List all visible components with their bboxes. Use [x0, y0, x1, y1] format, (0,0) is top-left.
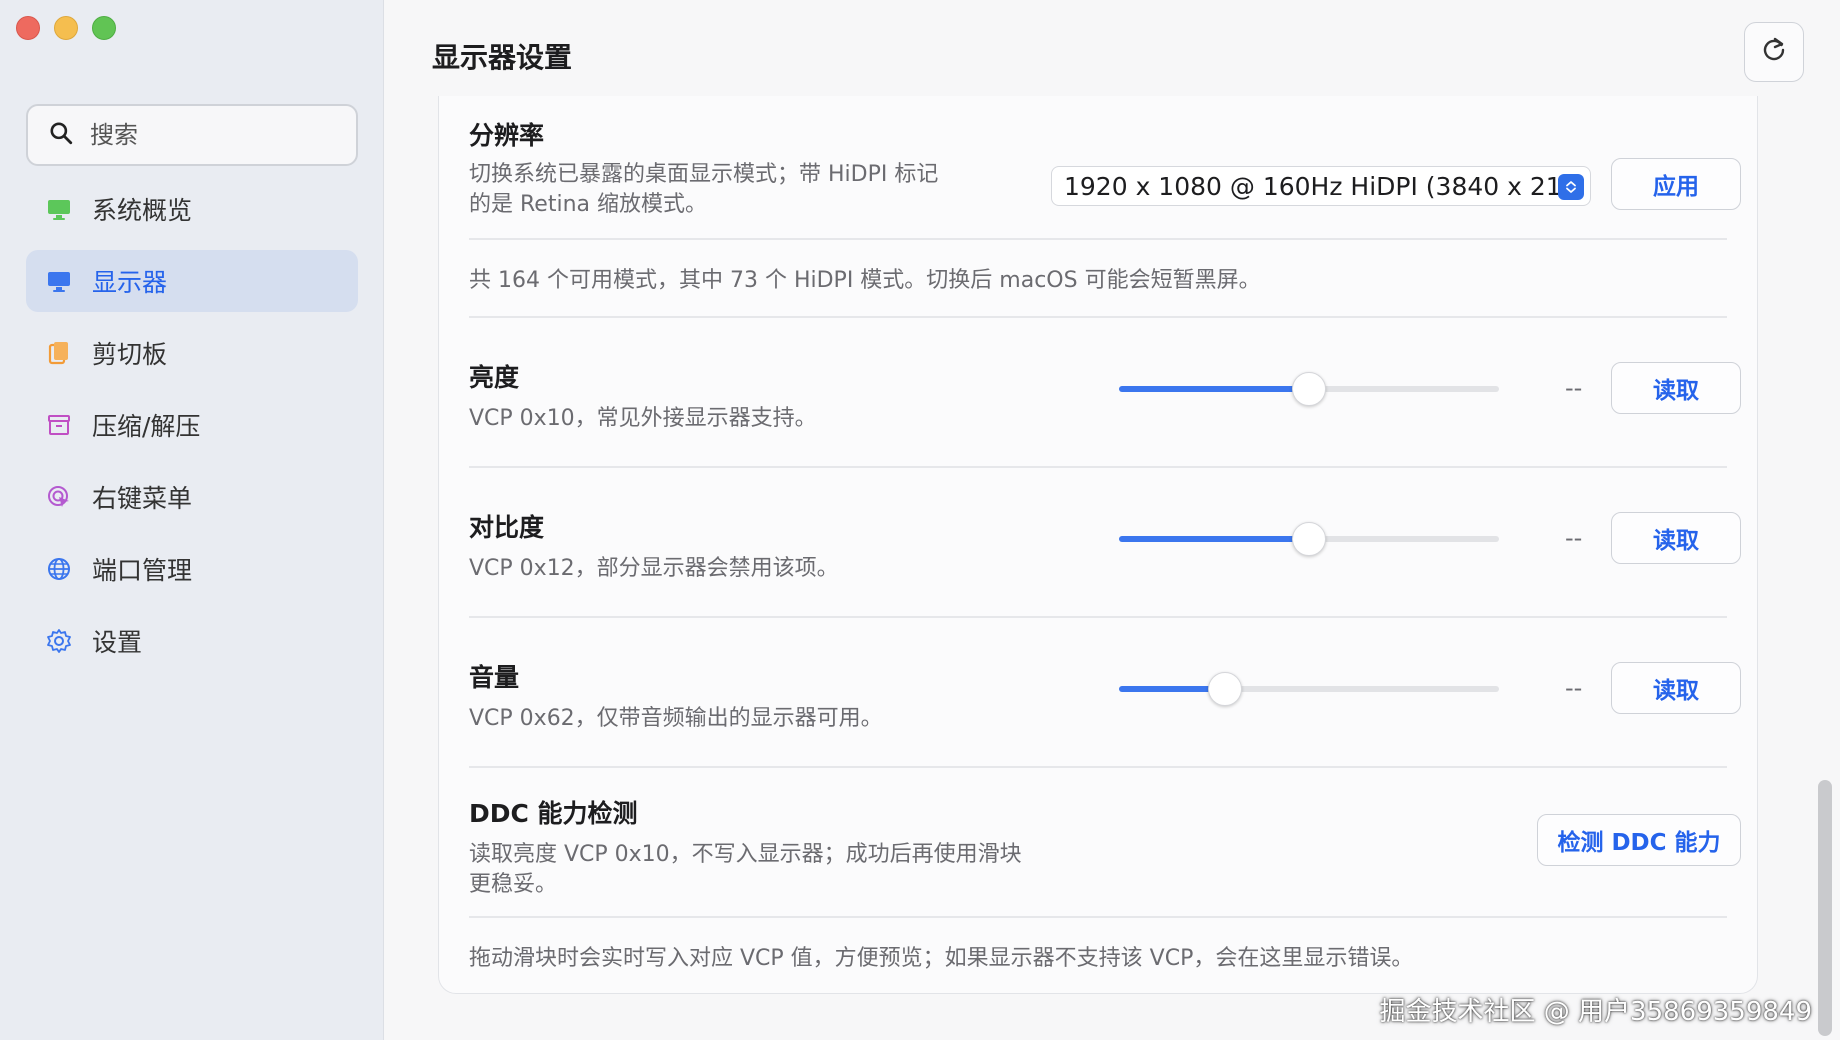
- sidebar-item-label: 系统概览: [92, 196, 193, 225]
- contrast-row: 对比度 VCP 0x12，部分显示器会禁用该项。 -- 读取: [469, 508, 1741, 584]
- display-icon: [44, 266, 74, 296]
- ddc-row: DDC 能力检测 读取亮度 VCP 0x10，不写入显示器；成功后再使用滑块 更…: [469, 794, 1741, 900]
- resolution-title: 分辨率: [469, 121, 545, 150]
- brightness-row: 亮度 VCP 0x10，常见外接显示器支持。 -- 读取: [469, 358, 1741, 434]
- sidebar-item-clipboard[interactable]: 剪切板: [26, 322, 358, 384]
- slider-knob[interactable]: [1208, 672, 1242, 706]
- contrast-title: 对比度: [469, 513, 545, 542]
- ddc-desc-line2: 更稳妥。: [469, 872, 558, 897]
- search-input[interactable]: [90, 121, 330, 149]
- resolution-select[interactable]: 1920 x 1080 @ 160Hz HiDPI (3840 x 21...: [1051, 166, 1591, 206]
- sidebar-item-display[interactable]: 显示器: [26, 250, 358, 312]
- sidebar-nav: 系统概览 显示器 剪切板 压缩/解压 右键菜单 端口管理 设置: [26, 178, 358, 682]
- sidebar-item-label: 剪切板: [92, 340, 168, 369]
- sidebar-item-label: 显示器: [92, 268, 168, 297]
- read-volume-button[interactable]: 读取: [1611, 662, 1741, 714]
- sidebar-item-label: 右键菜单: [92, 484, 193, 513]
- sidebar: 系统概览 显示器 剪切板 压缩/解压 右键菜单: [0, 0, 384, 1040]
- sidebar-item-label: 压缩/解压: [92, 412, 201, 441]
- contrast-description: VCP 0x12，部分显示器会禁用该项。: [469, 556, 839, 581]
- select-stepper-icon: [1558, 174, 1584, 200]
- search-icon: [48, 120, 74, 150]
- volume-title: 音量: [469, 663, 520, 692]
- resolution-row: 分辨率 切换系统已暴露的桌面显示模式；带 HiDPI 标记 的是 Retina …: [469, 116, 1741, 220]
- sidebar-item-label: 设置: [92, 628, 143, 657]
- modes-note: 共 164 个可用模式，其中 73 个 HiDPI 模式。切换后 macOS 可…: [469, 268, 1261, 293]
- zoom-window-button[interactable]: [92, 16, 116, 40]
- slider-fill: [1119, 386, 1309, 392]
- slider-knob[interactable]: [1292, 522, 1326, 556]
- volume-slider[interactable]: [1119, 668, 1499, 708]
- refresh-button[interactable]: [1744, 22, 1804, 82]
- sidebar-item-settings[interactable]: 设置: [26, 610, 358, 672]
- brightness-title: 亮度: [469, 363, 520, 392]
- divider: [469, 316, 1727, 318]
- divider: [469, 916, 1727, 918]
- sidebar-item-overview[interactable]: 系统概览: [26, 178, 358, 240]
- volume-value: --: [1565, 674, 1583, 702]
- divider: [469, 616, 1727, 618]
- minimize-window-button[interactable]: [54, 16, 78, 40]
- sidebar-item-ports[interactable]: 端口管理: [26, 538, 358, 600]
- brightness-slider[interactable]: [1119, 368, 1499, 408]
- apply-button[interactable]: 应用: [1611, 158, 1741, 210]
- close-window-button[interactable]: [16, 16, 40, 40]
- read-brightness-button[interactable]: 读取: [1611, 362, 1741, 414]
- divider: [469, 466, 1727, 468]
- window-controls: [16, 16, 116, 40]
- archive-box-icon: [44, 410, 74, 440]
- gear-icon: [44, 626, 74, 656]
- clipboard-icon: [44, 338, 74, 368]
- resolution-selected-value: 1920 x 1080 @ 160Hz HiDPI (3840 x 21...: [1064, 171, 1586, 201]
- watermark: 掘金技术社区 @ 用户35869359849: [1379, 997, 1813, 1027]
- scrollbar[interactable]: [1818, 780, 1832, 1036]
- divider: [469, 766, 1727, 768]
- footer-note: 拖动滑块时会实时写入对应 VCP 值，方便预览；如果显示器不支持该 VCP，会在…: [469, 946, 1414, 971]
- refresh-icon: [1759, 35, 1789, 69]
- page-title: 显示器设置: [432, 41, 573, 74]
- settings-card: 分辨率 切换系统已暴露的桌面显示模式；带 HiDPI 标记 的是 Retina …: [438, 96, 1758, 994]
- search-box[interactable]: [26, 104, 358, 166]
- context-menu-icon: [44, 482, 74, 512]
- divider: [469, 238, 1727, 240]
- sidebar-item-context-menu[interactable]: 右键菜单: [26, 466, 358, 528]
- volume-row: 音量 VCP 0x62，仅带音频输出的显示器可用。 -- 读取: [469, 658, 1741, 734]
- brightness-description: VCP 0x10，常见外接显示器支持。: [469, 406, 817, 431]
- volume-description: VCP 0x62，仅带音频输出的显示器可用。: [469, 706, 883, 731]
- slider-knob[interactable]: [1292, 372, 1326, 406]
- contrast-slider[interactable]: [1119, 518, 1499, 558]
- brightness-value: --: [1565, 374, 1583, 402]
- detect-ddc-button[interactable]: 检测 DDC 能力: [1537, 814, 1741, 866]
- monitor-green-icon: [44, 194, 74, 224]
- globe-icon: [44, 554, 74, 584]
- sidebar-item-archive[interactable]: 压缩/解压: [26, 394, 358, 456]
- read-contrast-button[interactable]: 读取: [1611, 512, 1741, 564]
- slider-fill: [1119, 536, 1309, 542]
- sidebar-item-label: 端口管理: [92, 556, 193, 585]
- contrast-value: --: [1565, 524, 1583, 552]
